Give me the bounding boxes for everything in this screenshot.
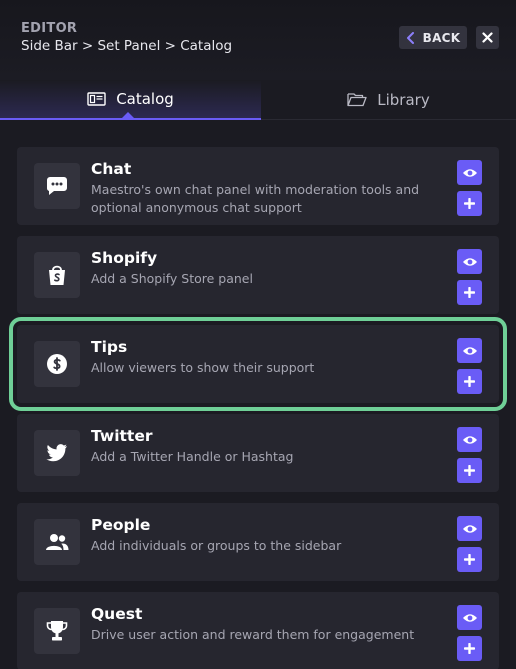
active-tab-pointer: [122, 112, 134, 118]
back-label: BACK: [422, 30, 461, 45]
preview-button[interactable]: [457, 249, 482, 274]
chat-icon: [34, 163, 80, 209]
plus-icon: [464, 287, 475, 298]
panel-card-tips[interactable]: Tips Allow viewers to show their support: [9, 317, 507, 411]
folder-icon: [347, 92, 367, 107]
twitter-icon: [34, 430, 80, 476]
panel-title: Quest: [91, 605, 143, 623]
eye-icon: [462, 435, 478, 445]
editor-header: EDITOR Side Bar > Set Panel > Catalog BA…: [0, 0, 516, 80]
panel-title: Twitter: [91, 427, 153, 445]
plus-icon: [464, 376, 475, 387]
panel-card-twitter[interactable]: Twitter Add a Twitter Handle or Hashtag: [17, 414, 499, 492]
panel-catalog-list: Chat Maestro's own chat panel with moder…: [0, 120, 516, 669]
panel-title: People: [91, 516, 151, 534]
add-button[interactable]: [457, 280, 482, 305]
plus-icon: [464, 643, 475, 654]
panel-title: Shopify: [91, 249, 158, 267]
eye-icon: [462, 257, 478, 267]
plus-icon: [464, 198, 475, 209]
eye-icon: [462, 168, 478, 178]
panel-description: Add a Twitter Handle or Hashtag: [91, 449, 294, 464]
preview-button[interactable]: [457, 427, 482, 452]
close-icon: [482, 32, 493, 43]
panel-card-people[interactable]: People Add individuals or groups to the …: [17, 503, 499, 581]
add-button[interactable]: [457, 636, 482, 661]
panel-title: Tips: [91, 338, 128, 356]
chevron-left-icon: [406, 31, 416, 44]
panel-title: Chat: [91, 160, 132, 178]
panel-card-quest[interactable]: Quest Drive user action and reward them …: [17, 592, 499, 669]
people-icon: [34, 519, 80, 565]
editor-kicker: EDITOR: [21, 21, 78, 36]
shopify-icon: [34, 252, 80, 298]
dollar-icon: [34, 341, 80, 387]
panel-description: Add a Shopify Store panel: [91, 271, 253, 286]
eye-icon: [462, 346, 478, 356]
panel-card-chat[interactable]: Chat Maestro's own chat panel with moder…: [17, 147, 499, 225]
panel-card-shopify[interactable]: Shopify Add a Shopify Store panel: [17, 236, 499, 314]
panel-description: Add individuals or groups to the sidebar: [91, 538, 342, 553]
plus-icon: [464, 554, 475, 565]
eye-icon: [462, 524, 478, 534]
tab-catalog[interactable]: Catalog: [0, 80, 261, 120]
eye-icon: [462, 613, 478, 623]
back-button[interactable]: BACK: [399, 26, 467, 49]
panel-description: Maestro's own chat panel with moderation…: [91, 182, 420, 215]
add-button[interactable]: [457, 191, 482, 216]
tab-bar: Catalog Library: [0, 80, 516, 120]
add-button[interactable]: [457, 458, 482, 483]
tab-catalog-label: Catalog: [116, 90, 174, 108]
trophy-icon: [34, 608, 80, 654]
preview-button[interactable]: [457, 160, 482, 185]
tab-library-label: Library: [377, 90, 430, 109]
plus-icon: [464, 465, 475, 476]
add-button[interactable]: [457, 369, 482, 394]
close-button[interactable]: [476, 26, 499, 49]
preview-button[interactable]: [457, 338, 482, 363]
panel-description: Drive user action and reward them for en…: [91, 627, 415, 642]
add-button[interactable]: [457, 547, 482, 572]
preview-button[interactable]: [457, 605, 482, 630]
preview-button[interactable]: [457, 516, 482, 541]
breadcrumb: Side Bar > Set Panel > Catalog: [21, 38, 233, 54]
panel-description: Allow viewers to show their support: [91, 360, 315, 375]
tab-library[interactable]: Library: [261, 80, 516, 120]
catalog-icon: [87, 92, 106, 106]
